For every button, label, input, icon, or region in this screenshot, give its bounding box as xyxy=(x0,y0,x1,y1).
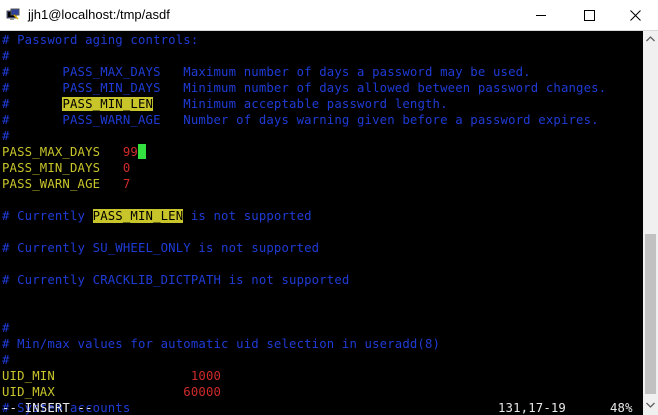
scroll-down-arrow-icon[interactable] xyxy=(643,397,658,413)
editor-line-comment-password-aging: # Password aging controls: xyxy=(2,32,198,48)
window-title: jjh1@localhost:/tmp/asdf xyxy=(28,7,170,22)
maximize-icon xyxy=(583,9,595,21)
keyword-text: PASS_MAX_DAYS xyxy=(2,145,123,159)
minimize-icon xyxy=(535,14,546,16)
keyword-text: PASS_WARN_AGE xyxy=(2,177,123,191)
putty-terminal-icon xyxy=(6,8,20,22)
editor-line-comment-blank-4: # xyxy=(2,352,10,368)
vertical-scrollbar[interactable] xyxy=(643,31,658,415)
editor-line-setting-pass-warn-age: PASS_WARN_AGE 7 xyxy=(2,176,130,192)
editor-line-comment-su-wheel-unsupported: # Currently SU_WHEEL_ONLY is not support… xyxy=(2,240,319,256)
title-bar[interactable]: jjh1@localhost:/tmp/asdf xyxy=(0,0,658,31)
keyword-text: PASS_MIN_DAYS xyxy=(2,161,123,175)
comment-text: # Min/max values for automatic uid selec… xyxy=(2,337,441,351)
value-text: 0 xyxy=(122,161,131,175)
keyword-text: UID_MAX xyxy=(2,385,184,399)
close-icon xyxy=(629,9,641,21)
terminal-window: jjh1@localhost:/tmp/asdf # Password agin… xyxy=(0,0,658,415)
comment-text: # Currently CRACKLIB_DICTPATH is not sup… xyxy=(2,273,350,287)
editor-line-comment-blank-2: # xyxy=(2,128,10,144)
search-highlight: PASS_MIN_LEN xyxy=(92,209,184,223)
comment-text: # xyxy=(2,97,63,111)
vim-status-line: -- INSERT -- 131,17-19 48% xyxy=(2,400,642,415)
editor-line-setting-pass-max-days: PASS_MAX_DAYS 99 xyxy=(2,144,146,160)
comment-text: # xyxy=(2,129,10,143)
keyword-text: UID_MIN xyxy=(2,369,191,383)
value-text: 60000 xyxy=(183,385,222,399)
close-button[interactable] xyxy=(612,0,658,30)
editor-line-comment-cracklib-unsupported: # Currently CRACKLIB_DICTPATH is not sup… xyxy=(2,272,349,288)
editor-line-comment-blank-3: # xyxy=(2,320,10,336)
value-text: 7 xyxy=(122,177,131,191)
maximize-button[interactable] xyxy=(566,0,612,30)
editor-line-comment-pass-min-len: # PASS_MIN_LEN Minimum acceptable passwo… xyxy=(2,96,448,112)
comment-text: is not supported xyxy=(183,209,312,223)
comment-text: # xyxy=(2,321,10,335)
comment-text: # PASS_MIN_DAYS Minimum number of days a… xyxy=(2,81,607,95)
scroll-percent: 48% xyxy=(610,401,633,415)
comment-text: # PASS_MAX_DAYS Maximum number of days a… xyxy=(2,65,531,79)
editor-line-comment-blank-1: # xyxy=(2,48,10,64)
text-cursor xyxy=(137,144,146,159)
comment-text: # xyxy=(2,353,10,367)
editor-line-setting-pass-min-days: PASS_MIN_DAYS 0 xyxy=(2,160,130,176)
editor-line-setting-uid-min: UID_MIN 1000 xyxy=(2,368,221,384)
insert-mode-indicator: -- INSERT -- xyxy=(2,401,93,415)
comment-text: # Currently xyxy=(2,209,93,223)
comment-text: # PASS_WARN_AGE Number of days warning g… xyxy=(2,113,599,127)
editor-line-comment-pass-warn-age: # PASS_WARN_AGE Number of days warning g… xyxy=(2,112,599,128)
editor-line-comment-uid-selection: # Min/max values for automatic uid selec… xyxy=(2,336,440,352)
editor-line-comment-pass-min-len-unsupported: # Currently PASS_MIN_LEN is not supporte… xyxy=(2,208,312,224)
scroll-up-arrow-icon[interactable] xyxy=(643,31,658,47)
comment-text: Minimum acceptable password length. xyxy=(153,97,448,111)
comment-text: # xyxy=(2,49,10,63)
value-text: 99 xyxy=(122,145,138,159)
editor-line-setting-uid-max: UID_MAX 60000 xyxy=(2,384,221,400)
minimize-button[interactable] xyxy=(518,0,564,30)
editor-line-comment-pass-max-days: # PASS_MAX_DAYS Maximum number of days a… xyxy=(2,64,531,80)
value-text: 1000 xyxy=(190,369,222,383)
cursor-position: 131,17-19 xyxy=(498,401,566,415)
search-highlight: PASS_MIN_LEN xyxy=(62,97,154,111)
terminal-text-area[interactable]: # Password aging controls: # # PASS_MAX_DA… xyxy=(0,31,643,415)
editor-line-comment-pass-min-days: # PASS_MIN_DAYS Minimum number of days a… xyxy=(2,80,606,96)
scrollbar-thumb[interactable] xyxy=(645,234,656,394)
comment-text: # Password aging controls: xyxy=(2,33,199,47)
comment-text: # Currently SU_WHEEL_ONLY is not support… xyxy=(2,241,320,255)
